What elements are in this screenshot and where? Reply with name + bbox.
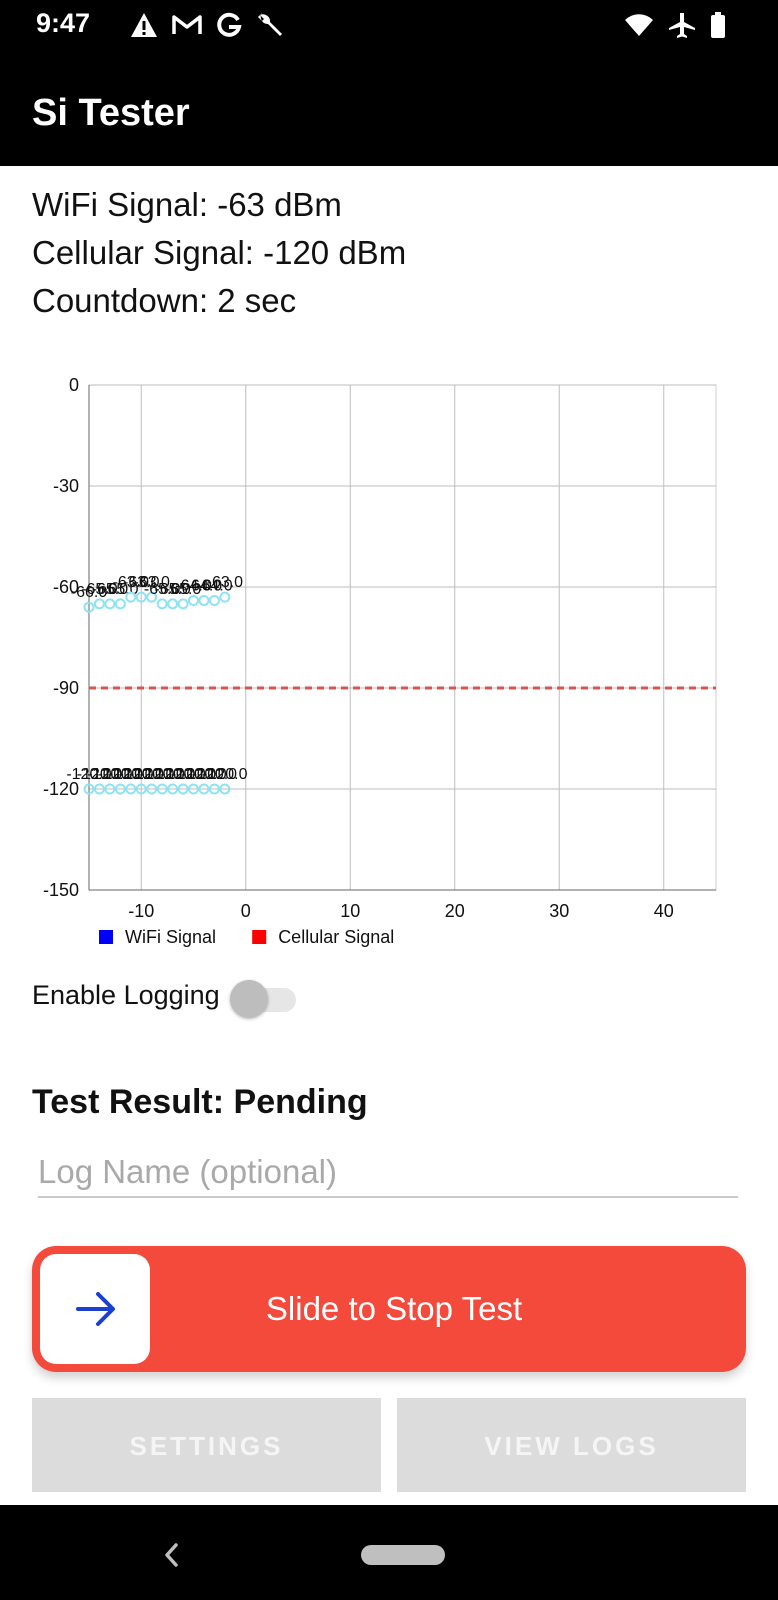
legend-swatch (99, 930, 113, 944)
y-tick-label: 0 (69, 375, 79, 395)
data-point (167, 598, 179, 610)
google-icon (217, 12, 242, 37)
cellular-signal-text: Cellular Signal: -120 dBm (32, 234, 407, 271)
view-logs-button[interactable]: VIEW LOGS (397, 1398, 746, 1492)
switch-thumb (230, 980, 268, 1018)
airplane-icon (669, 13, 695, 38)
app-title: Si Tester (32, 92, 190, 134)
back-icon[interactable] (160, 1539, 184, 1571)
wifi-icon (625, 14, 653, 37)
home-pill-icon[interactable] (361, 1545, 445, 1565)
data-point (156, 598, 168, 610)
x-tick-label: 30 (549, 901, 569, 921)
app-bar: Si Tester (0, 50, 778, 166)
data-point (177, 598, 189, 610)
signal-chart: -10 0 10 20 30 400-30-60-90-120-150-66.0-65.0… (43, 375, 717, 947)
warning-icon (131, 13, 157, 37)
legend-label: WiFi Signal (125, 927, 216, 947)
data-label: -120.0 (202, 766, 247, 783)
navigation-bar (0, 1505, 778, 1600)
countdown-text: Countdown: 2 sec (32, 282, 297, 319)
x-tick-label: 20 (445, 901, 465, 921)
gmail-icon (172, 15, 202, 34)
y-tick-label: -90 (53, 678, 79, 698)
log-name-input[interactable] (38, 1148, 738, 1198)
status-bar: 9:47 (0, 0, 778, 50)
enable-logging-label: Enable Logging (32, 980, 220, 1010)
y-tick-label: -150 (43, 880, 79, 900)
battery-icon (711, 12, 725, 38)
enable-logging-switch[interactable] (230, 980, 296, 1018)
data-point (114, 598, 126, 610)
legend-label: Cellular Signal (278, 927, 394, 947)
status-icons-right (624, 10, 726, 40)
y-tick-label: -30 (53, 476, 79, 496)
status-icons-left (130, 10, 284, 40)
status-time: 9:47 (36, 8, 91, 38)
wifi-signal-text: WiFi Signal: -63 dBm (32, 186, 342, 223)
x-tick-label: -10 (128, 901, 154, 921)
plot-area (88, 384, 717, 891)
wrench-icon (258, 13, 282, 36)
data-point (208, 594, 220, 606)
legend-swatch (252, 930, 267, 944)
x-tick-label: 40 (654, 901, 674, 921)
test-result: Test Result: Pending (32, 1083, 368, 1121)
data-point (104, 598, 116, 610)
x-tick-label: 10 (340, 901, 360, 921)
slider-label: Slide to Stop Test (265, 1290, 523, 1327)
x-tick-label: 0 (241, 901, 251, 921)
slide-to-stop-slider[interactable]: Slide to Stop Test (32, 1246, 746, 1372)
data-label: -63.0 (207, 574, 244, 591)
settings-button[interactable]: SETTINGS (32, 1398, 381, 1492)
data-point (198, 594, 210, 606)
